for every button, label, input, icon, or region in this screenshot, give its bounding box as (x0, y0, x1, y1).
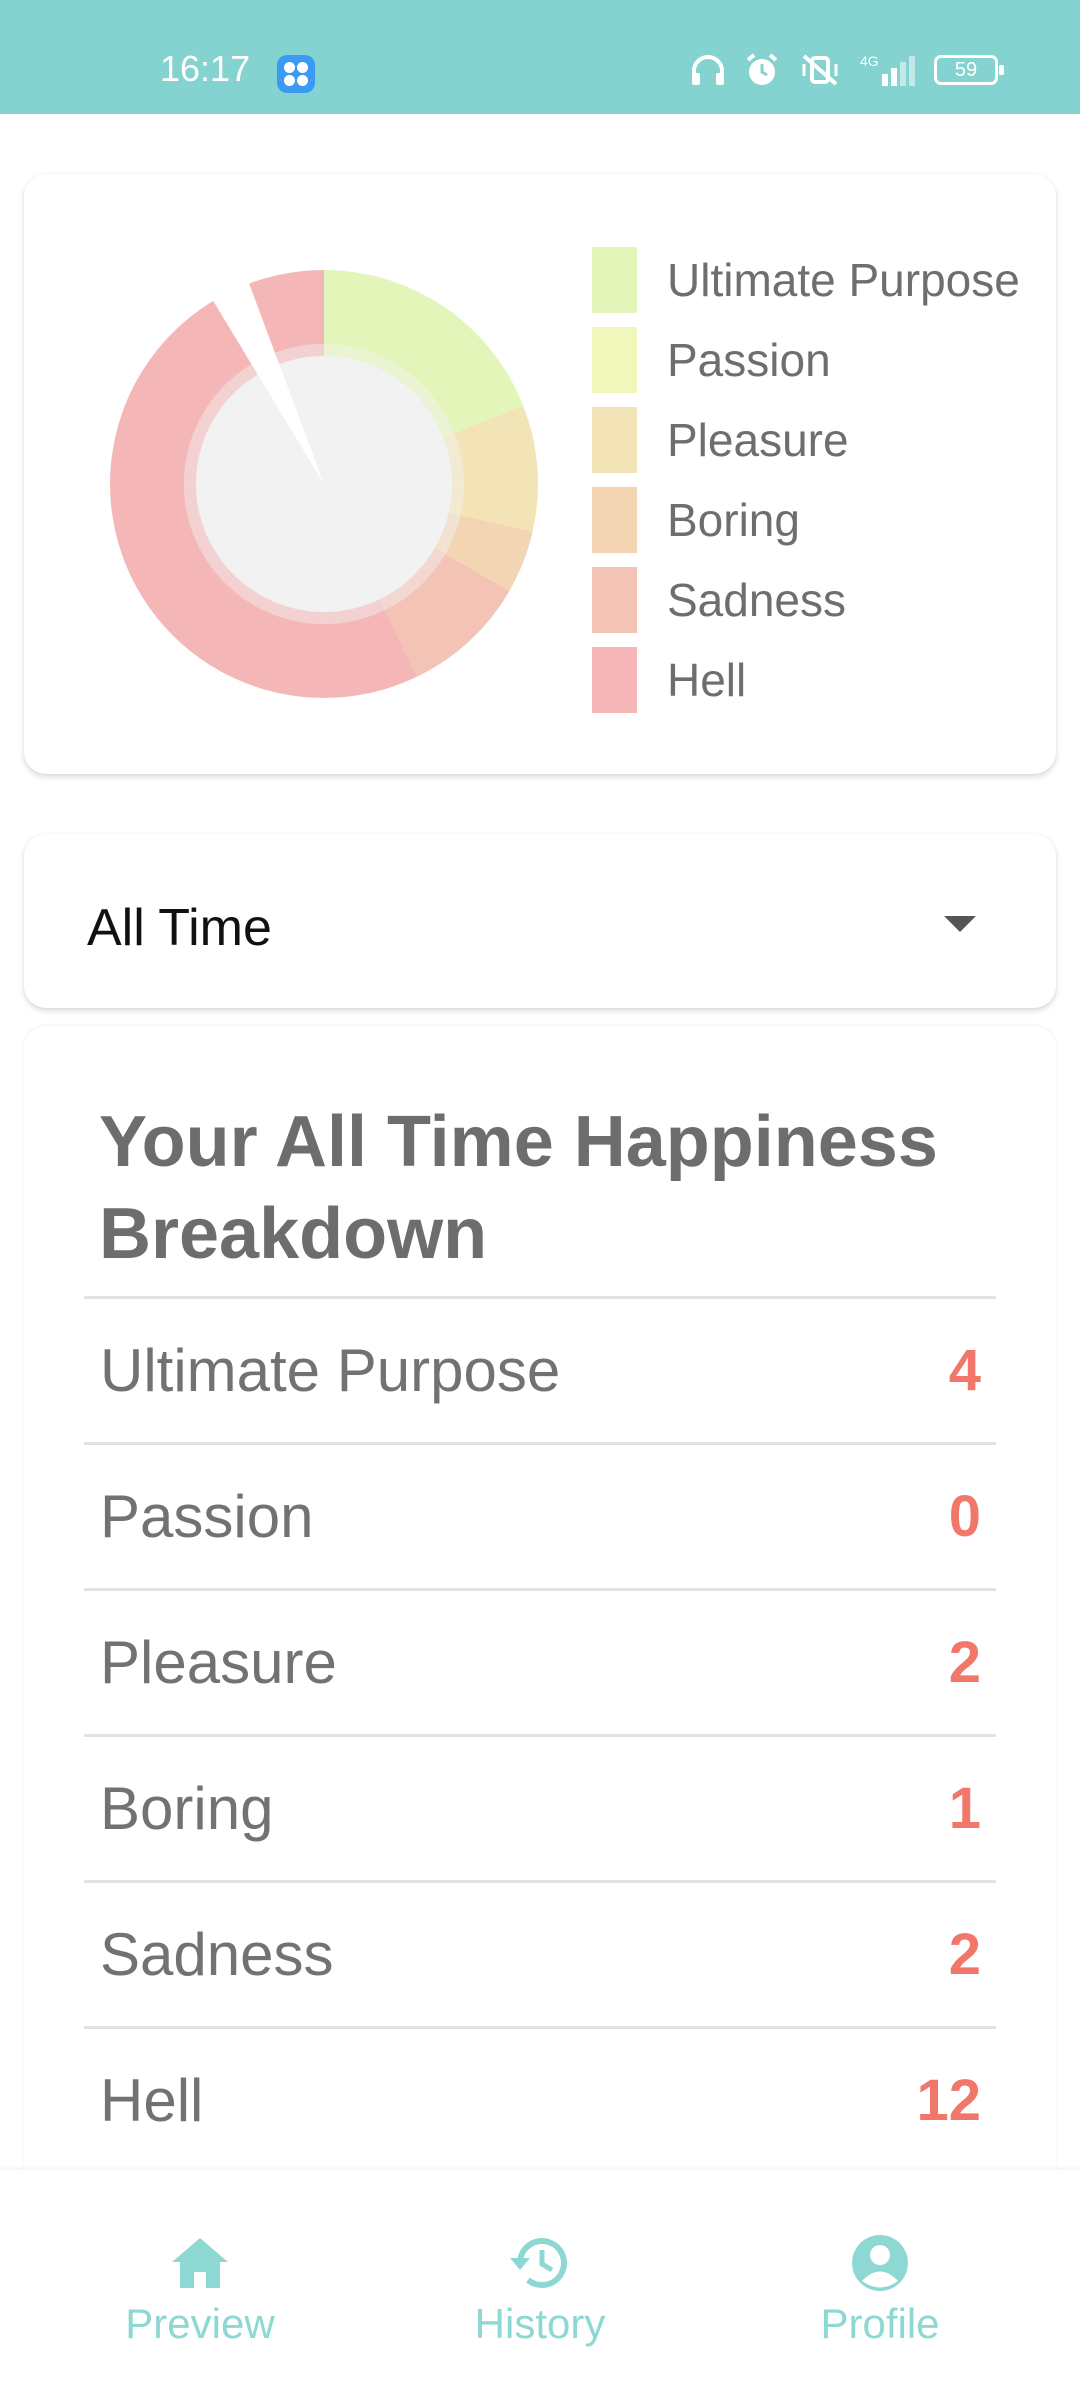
signal-icon: 4G (860, 53, 915, 86)
legend-swatch (592, 567, 637, 633)
app-notification-icon (277, 55, 315, 93)
legend-item: Passion (592, 320, 1020, 400)
breakdown-row-name: Boring (100, 1775, 274, 1842)
chart-card: Ultimate Purpose Passion Pleasure Boring Sad… (24, 174, 1056, 774)
status-bar: 16:17 4G 59 (0, 0, 1080, 114)
legend-item: Pleasure (592, 400, 1020, 480)
breakdown-row-name: Sadness (100, 1921, 334, 1988)
legend-label: Passion (667, 334, 831, 386)
legend-label: Ultimate Purpose (667, 254, 1020, 306)
breakdown-row-count: 4 (948, 1338, 981, 1403)
nav-profile[interactable]: Profile (750, 2234, 1010, 2348)
legend-item: Sadness (592, 560, 1020, 640)
nav-preview-label: Preview (125, 2300, 275, 2347)
status-time: 16:17 (160, 48, 251, 89)
chart-legend: Ultimate Purpose Passion Pleasure Boring Sad… (592, 240, 1020, 720)
legend-item: Ultimate Purpose (592, 240, 1020, 320)
breakdown-row-name: Pleasure (100, 1629, 337, 1696)
profile-icon (852, 2235, 908, 2291)
legend-label: Boring (667, 494, 800, 546)
alarm-icon (746, 53, 778, 85)
nav-history[interactable]: History (410, 2234, 670, 2348)
bottom-navigation: Preview History Profile (0, 2170, 1080, 2400)
nav-preview[interactable]: Preview (70, 2234, 330, 2348)
headphones-icon (692, 55, 724, 85)
status-icons: 4G 59 (690, 50, 1004, 90)
breakdown-card: Your All Time Happiness Breakdown Ultima… (24, 1026, 1056, 2176)
legend-swatch (592, 327, 637, 393)
legend-label: Hell (667, 654, 747, 706)
breakdown-title: Your All Time Happiness Breakdown (99, 1102, 938, 1274)
history-icon (510, 2238, 567, 2289)
legend-swatch (592, 647, 637, 713)
breakdown-list: Ultimate Purpose 4 Passion 0 Pleasure 2 Boring… (84, 1296, 996, 2172)
breakdown-row: Sadness 2 (84, 1880, 996, 2026)
legend-item: Hell (592, 640, 1020, 720)
breakdown-row-count: 2 (948, 1922, 981, 1987)
time-filter-value: All Time (87, 899, 272, 957)
home-icon (172, 2238, 228, 2288)
breakdown-row-count: 1 (948, 1776, 981, 1841)
happiness-donut-chart (109, 270, 538, 698)
nav-history-label: History (474, 2300, 606, 2347)
svg-text:4G: 4G (860, 53, 879, 69)
breakdown-row: Pleasure 2 (84, 1588, 996, 1734)
mute-vibrate-icon (802, 54, 838, 86)
breakdown-row-name: Passion (100, 1483, 314, 1550)
breakdown-row: Passion 0 (84, 1442, 996, 1588)
breakdown-row-count: 2 (948, 1630, 981, 1695)
nav-profile-label: Profile (820, 2300, 940, 2347)
time-filter-dropdown[interactable]: All Time (24, 834, 1056, 1008)
legend-swatch (592, 487, 637, 553)
legend-label: Pleasure (667, 414, 849, 466)
breakdown-row: Hell 12 (84, 2026, 996, 2172)
dropdown-arrow-icon[interactable] (944, 916, 976, 932)
breakdown-row: Ultimate Purpose 4 (84, 1296, 996, 1442)
breakdown-row-count: 12 (916, 2068, 981, 2133)
legend-swatch (592, 247, 637, 313)
breakdown-row-name: Hell (100, 2067, 204, 2134)
battery-icon: 59 (934, 55, 1004, 85)
legend-item: Boring (592, 480, 1020, 560)
breakdown-row-count: 0 (948, 1484, 981, 1549)
legend-swatch (592, 407, 637, 473)
legend-label: Sadness (667, 574, 847, 626)
breakdown-row-name: Ultimate Purpose (100, 1337, 561, 1404)
breakdown-row: Boring 1 (84, 1734, 996, 1880)
